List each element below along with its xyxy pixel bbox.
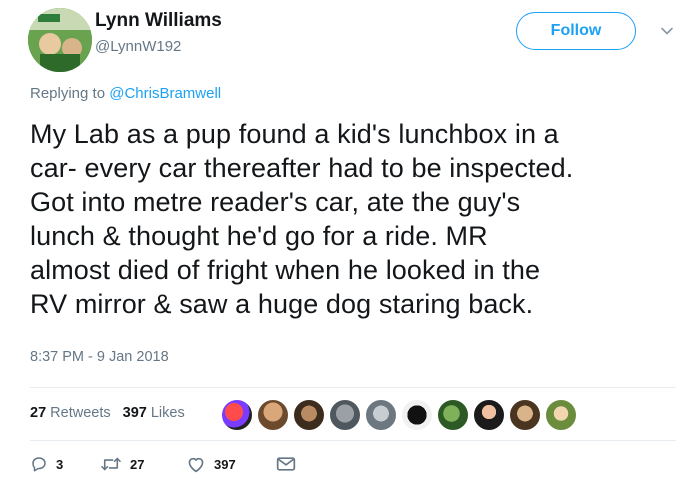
tweet-timestamp[interactable]: 8:37 PM - 9 Jan 2018: [30, 349, 169, 365]
author-name[interactable]: Lynn Williams: [95, 10, 222, 32]
retweets-label: Retweets: [50, 405, 111, 421]
liker-avatar[interactable]: [256, 398, 290, 432]
likes-label: Likes: [150, 405, 185, 421]
replying-to-label: Replying to: [30, 85, 106, 102]
reply-button[interactable]: 3: [30, 455, 100, 473]
tweet-stats: 27 Retweets 397 Likes: [30, 405, 185, 421]
heart-icon: [188, 457, 204, 473]
replying-to: Replying to @ChrisBramwell: [30, 85, 221, 102]
liker-avatar[interactable]: [472, 398, 506, 432]
likes-stat[interactable]: 397 Likes: [123, 405, 185, 421]
direct-message-button[interactable]: [276, 456, 296, 472]
likes-count: 397: [122, 405, 147, 421]
follow-button[interactable]: Follow: [516, 12, 636, 50]
retweets-stat[interactable]: 27 Retweets: [30, 405, 111, 421]
reply-mention-link[interactable]: @ChrisBramwell: [109, 85, 221, 102]
liker-avatar[interactable]: [508, 398, 542, 432]
author-handle[interactable]: @LynnW192: [95, 38, 181, 55]
liker-avatar[interactable]: [436, 398, 470, 432]
reply-count: 3: [56, 456, 64, 472]
retweets-count: 27: [30, 405, 47, 421]
like-count: 397: [214, 456, 236, 472]
liker-avatar[interactable]: [544, 398, 578, 432]
retweet-button[interactable]: 27: [100, 455, 186, 473]
retweet-count: 27: [130, 456, 145, 472]
like-button[interactable]: 397: [186, 455, 276, 473]
divider: [30, 387, 676, 388]
liker-avatar[interactable]: [364, 398, 398, 432]
liker-avatars: [220, 398, 578, 432]
liker-avatar[interactable]: [220, 398, 254, 432]
chevron-down-icon[interactable]: [660, 24, 674, 38]
liker-avatar[interactable]: [292, 398, 326, 432]
envelope-icon: [276, 457, 296, 471]
reply-icon: [32, 457, 46, 472]
divider: [30, 440, 676, 441]
retweet-icon: [101, 457, 121, 471]
tweet-actions: 3 27 397: [30, 455, 296, 473]
liker-avatar[interactable]: [400, 398, 434, 432]
tweet-text: My Lab as a pup found a kid's lunchbox i…: [30, 119, 574, 319]
avatar[interactable]: [28, 8, 92, 72]
liker-avatar[interactable]: [328, 398, 362, 432]
